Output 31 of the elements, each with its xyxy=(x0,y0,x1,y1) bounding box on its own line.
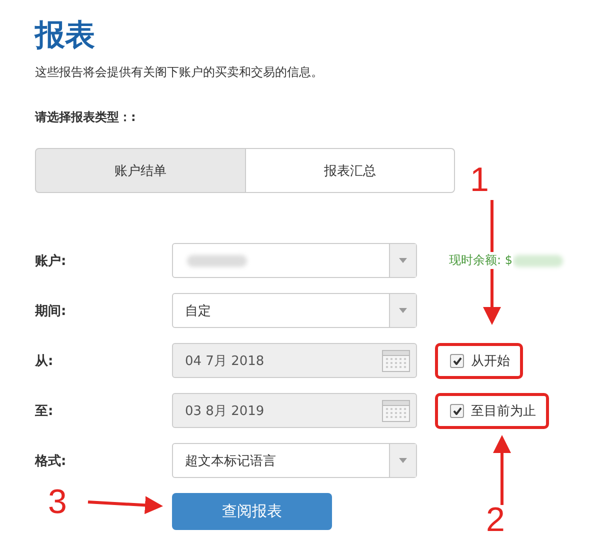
annotation-number: 1 xyxy=(470,163,489,197)
calendar-icon xyxy=(382,400,410,422)
checkbox[interactable] xyxy=(450,354,464,368)
annotation-number: 3 xyxy=(48,485,67,519)
checkbox-label: 从开始 xyxy=(471,352,510,370)
view-report-button[interactable]: 查阅报表 xyxy=(172,493,332,530)
date-field[interactable]: 03 8月 2019 xyxy=(172,393,417,428)
field-label: 从: xyxy=(35,352,54,370)
calendar-icon xyxy=(382,350,410,372)
blurred-value xyxy=(512,254,562,266)
field-label: 格式: xyxy=(35,452,68,470)
date-field[interactable]: 04 7月 2018 xyxy=(172,343,417,378)
blurred-value xyxy=(187,254,247,266)
report-type-tab[interactable]: 报表汇总 xyxy=(246,148,455,193)
annotation-arrow xyxy=(493,435,511,505)
page-description: 这些报告将会提供有关阁下账户的买卖和交易的信息。 xyxy=(35,64,323,81)
checkbox-label: 至目前为止 xyxy=(471,402,536,420)
field-label: 至: xyxy=(35,402,54,420)
period-select[interactable]: 自定 xyxy=(172,293,417,328)
format-select[interactable]: 超文本标记语言 xyxy=(172,443,417,478)
checkbox[interactable] xyxy=(450,404,464,418)
annotation-number: 2 xyxy=(486,503,505,537)
field-label: 账户: xyxy=(35,252,68,270)
caret-icon xyxy=(399,308,407,313)
balance-label: 现时余额: $ xyxy=(449,252,512,269)
report-type-tab[interactable]: 账户结单 xyxy=(35,148,246,193)
page-title: 报表 xyxy=(35,18,95,54)
report-type-label: 请选择报表类型：: xyxy=(35,109,136,126)
caret-icon xyxy=(399,458,407,463)
field-label: 期间: xyxy=(35,302,68,320)
caret-icon xyxy=(399,258,407,263)
